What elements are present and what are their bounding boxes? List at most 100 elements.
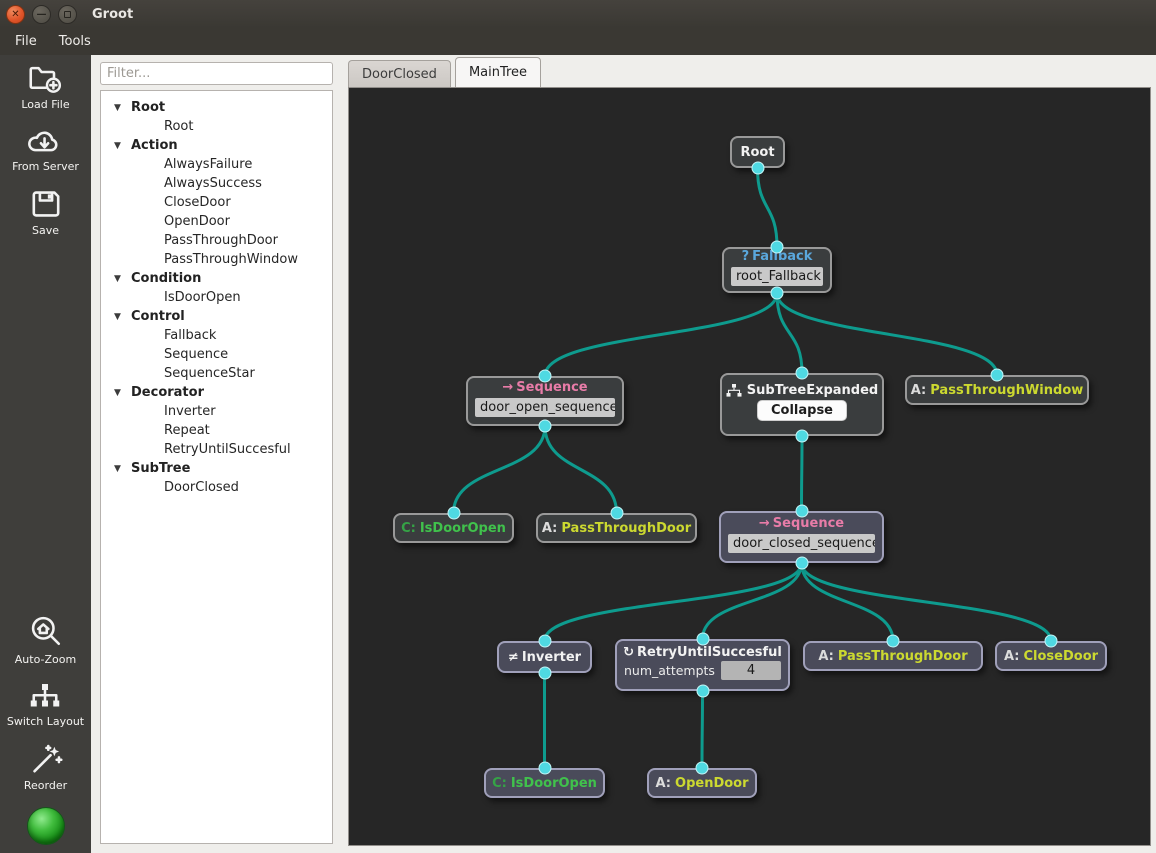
collapse-arrow-icon[interactable]: ▼ [114, 388, 131, 398]
tree-node-subtree_expanded[interactable]: SubTreeExpanded Collapse [720, 373, 884, 436]
palette-category-label: SubTree [131, 461, 191, 476]
sidebar-item-load-file[interactable]: Load File [21, 62, 70, 111]
node-title-text: PassThroughDoor [837, 648, 968, 664]
sidebar-item-reorder[interactable]: Reorder [24, 743, 67, 792]
node-title-text: PassThroughDoor [561, 520, 692, 536]
palette-item-repeat[interactable]: Repeat [101, 421, 332, 440]
tab-maintree[interactable]: MainTree [454, 57, 542, 87]
node-port-top[interactable] [538, 634, 551, 648]
palette-item-sequencestar[interactable]: SequenceStar [101, 364, 332, 383]
node-port-top[interactable] [696, 632, 709, 646]
tab-doorclosed[interactable]: DoorClosed [348, 60, 451, 87]
close-button[interactable]: ✕ [6, 4, 25, 24]
palette-item-passthroughwindow[interactable]: PassThroughWindow [101, 250, 332, 269]
palette-item-alwaysfailure[interactable]: AlwaysFailure [101, 155, 332, 174]
node-type-prefix: A: [1003, 648, 1020, 664]
sidebar-item-auto-zoom[interactable]: Auto-Zoom [15, 613, 76, 666]
palette-item-passthroughdoor[interactable]: PassThroughDoor [101, 231, 332, 250]
palette-category-condition[interactable]: ▼ Condition [101, 269, 332, 288]
maximize-button[interactable] [58, 4, 77, 24]
node-port-bottom[interactable] [795, 556, 808, 570]
collapse-arrow-icon[interactable]: ▼ [114, 312, 131, 322]
edge-seq_closed-to-retry [701, 561, 803, 641]
palette-item-opendoor[interactable]: OpenDoor [101, 212, 332, 231]
minimize-button[interactable]: — [32, 4, 51, 24]
node-port-bottom[interactable] [751, 161, 764, 175]
tree-node-retry[interactable]: ↻ RetryUntilSuccesful num_attempts 4 [615, 639, 790, 691]
node-param-row: num_attempts 4 [624, 660, 781, 680]
edge-seq_closed-to-close_door [800, 561, 1053, 643]
node-title: → Sequence [721, 516, 882, 531]
arrow-right-icon: → [758, 516, 770, 531]
tree-canvas[interactable]: Root? Fallback root_Fallback → Sequence door_… [348, 87, 1151, 846]
node-title-text: PassThroughWindow [930, 382, 1084, 398]
menu-item-file[interactable]: File [4, 30, 48, 53]
node-title-text: OpenDoor [675, 775, 749, 791]
window-title: Groot [92, 6, 134, 22]
node-port-top[interactable] [538, 369, 552, 383]
palette-category-subtree[interactable]: ▼ SubTree [101, 459, 332, 478]
sidebar-item-save[interactable]: Save [29, 188, 63, 237]
palette-item-root[interactable]: Root [101, 117, 332, 136]
collapse-arrow-icon[interactable]: ▼ [114, 464, 131, 474]
node-port-bottom[interactable] [538, 666, 551, 680]
palette-item-alwayssuccess[interactable]: AlwaysSuccess [101, 174, 332, 193]
palette-item-fallback[interactable]: Fallback [101, 326, 332, 345]
node-title: A: CloseDoor [997, 649, 1105, 664]
node-port-bottom[interactable] [696, 684, 709, 698]
palette-category-root[interactable]: ▼ Root [101, 98, 332, 117]
param-label: num_attempts [624, 662, 715, 678]
node-name-field[interactable]: door_open_sequence [475, 398, 615, 417]
palette-item-inverter[interactable]: Inverter [101, 402, 332, 421]
edge-fallback-to-subtree_expanded [775, 291, 804, 375]
node-palette-panel: ▼ Root Root ▼ Action AlwaysFailure AlwaysSucce… [100, 90, 333, 844]
collapse-arrow-icon[interactable]: ▼ [114, 141, 131, 151]
sidebar-item-switch-layout[interactable]: Switch Layout [7, 681, 84, 728]
collapse-arrow-icon[interactable]: ▼ [114, 274, 131, 284]
node-port-top[interactable] [610, 506, 623, 520]
node-port-bottom[interactable] [795, 429, 809, 443]
node-port-top[interactable] [886, 634, 900, 648]
node-port-bottom[interactable] [538, 419, 552, 433]
auto-zoom-icon [28, 613, 64, 649]
collapse-arrow-icon[interactable]: ▼ [114, 103, 131, 113]
node-port-top[interactable] [990, 368, 1004, 382]
node-title-text: Sequence [516, 380, 588, 395]
sidebar-item-label: Load File [21, 98, 70, 111]
palette-category-decorator[interactable]: ▼ Decorator [101, 383, 332, 402]
node-port-top[interactable] [538, 761, 551, 775]
node-name-field[interactable]: root_Fallback [731, 267, 823, 286]
param-value-field[interactable]: 4 [720, 660, 781, 680]
collapse-button[interactable]: Collapse [756, 399, 848, 421]
node-type-prefix: A: [541, 520, 558, 536]
menu-item-tools[interactable]: Tools [48, 30, 102, 53]
node-port-top[interactable] [695, 761, 709, 775]
node-title-text: SubTreeExpanded [746, 382, 879, 398]
tree-node-seq_open[interactable]: → Sequence door_open_sequence [466, 376, 624, 426]
filter-input[interactable] [100, 62, 333, 85]
sidebar-item-label: Auto-Zoom [14, 653, 77, 666]
node-title: C: IsDoorOpen [395, 521, 512, 536]
node-port-top[interactable] [795, 504, 808, 518]
arrow-right-icon: → [502, 380, 514, 395]
palette-item-closedoor[interactable]: CloseDoor [101, 193, 332, 212]
node-port-bottom[interactable] [770, 286, 784, 300]
node-port-top[interactable] [770, 240, 784, 254]
palette-category-label: Control [131, 309, 185, 324]
palette-category-control[interactable]: ▼ Control [101, 307, 332, 326]
connection-status-led [26, 807, 65, 845]
sidebar-item-from-server[interactable]: From Server [12, 126, 79, 173]
node-port-top[interactable] [447, 506, 460, 520]
palette-item-retryuntilsuccesful[interactable]: RetryUntilSuccesful [101, 440, 332, 459]
node-name-field[interactable]: door_closed_sequence [728, 534, 875, 553]
sidebar-item-label: Save [31, 224, 59, 237]
palette-item-isdooropen[interactable]: IsDoorOpen [101, 288, 332, 307]
node-port-top[interactable] [795, 366, 809, 380]
tree-node-seq_closed[interactable]: → Sequence door_closed_sequence [719, 511, 884, 563]
palette-item-doorclosed[interactable]: DoorClosed [101, 478, 332, 497]
not-equal-icon: ≠ [507, 649, 519, 665]
node-title-text: Root [740, 144, 775, 160]
palette-item-sequence[interactable]: Sequence [101, 345, 332, 364]
node-port-top[interactable] [1044, 634, 1058, 648]
palette-category-action[interactable]: ▼ Action [101, 136, 332, 155]
